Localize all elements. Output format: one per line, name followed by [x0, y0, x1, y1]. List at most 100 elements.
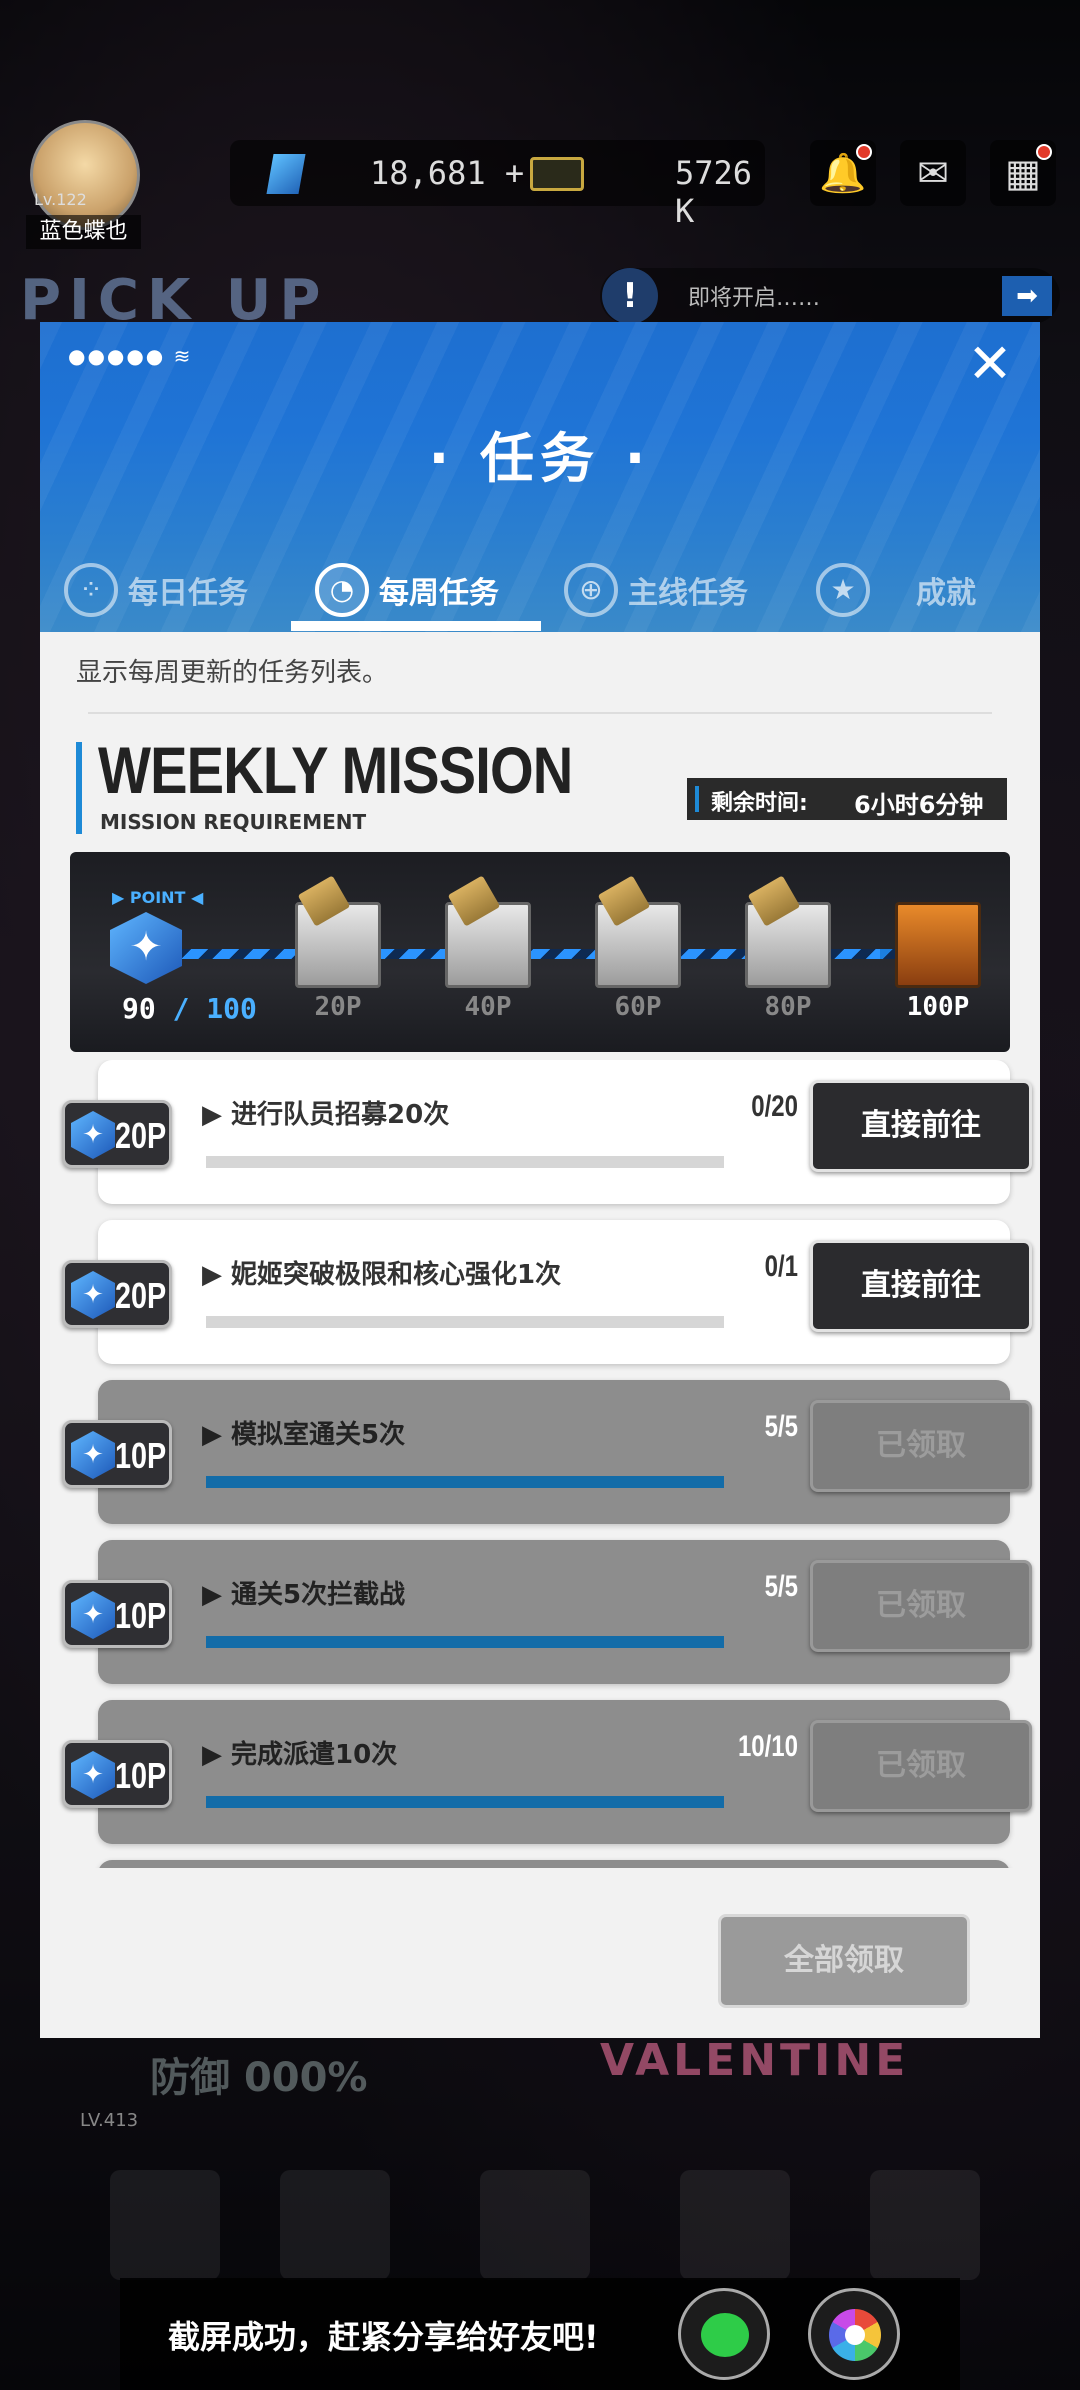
go-button[interactable]: 直接前往 [810, 1080, 1032, 1172]
list-item: ✦ 10P ▶ 通关5次拦截战 5/5 已领取 [62, 1540, 1032, 1684]
active-tab-indicator [291, 621, 541, 631]
remaining-time-value: 6小时6分钟 [854, 791, 984, 819]
daily-icon: ⁘ [64, 562, 118, 617]
add-gems-button[interactable]: + [505, 154, 524, 192]
list-item: ✦ 10P ▶ 完成派遣10次 10/10 已领取 [62, 1700, 1032, 1844]
points-badge: ✦ 10P [62, 1420, 172, 1488]
points-badge: ✦ 20P [62, 1100, 172, 1168]
point-hex-icon: ✦ [71, 1751, 115, 1799]
mission-name: ▶ 完成派遣10次 [202, 1740, 398, 1770]
nav-mission-icon[interactable] [870, 2170, 980, 2280]
reward-chest-20[interactable] [295, 875, 381, 988]
point-hex-icon: ✦ [71, 1431, 115, 1479]
dialog-header: ●●●●● ≋ ✕ · 任务 · ⁘ 每日任务 ◔ 每周任务 ⊕ 主线任务 ★ … [40, 322, 1040, 632]
star-icon: ✦ [129, 924, 163, 970]
chest-label: 100P [906, 992, 970, 1022]
wechat-icon [701, 2313, 749, 2357]
tab-label: 主线任务 [628, 575, 748, 611]
mission-progress [206, 1636, 724, 1648]
weekly-mission-subtitle: MISSION REQUIREMENT [100, 810, 367, 834]
player-level: Lv.122 [34, 190, 87, 209]
point-label: ▶ POINT ◀ [112, 888, 204, 907]
mission-count: 0/20 [751, 1090, 798, 1123]
mission-list[interactable]: ✦ 20P ▶ 进行队员招募20次 0/20 直接前往 ✦ 20P ▶ 妮姬突破极限… [40, 1060, 1040, 1868]
remaining-time-box: 剩余时间: 6小时6分钟 [687, 778, 1007, 820]
reward-chest-100[interactable] [895, 902, 981, 988]
points-badge: ✦ 10P [62, 1580, 172, 1648]
list-item: ✦ 20P ▶ 妮姬突破极限和核心强化1次 0/1 直接前往 [62, 1220, 1032, 1364]
globe-icon: ⊕ [564, 562, 618, 617]
arrow-right-icon[interactable]: ➡ [1002, 276, 1052, 316]
mission-tabs: ⁘ 每日任务 ◔ 每周任务 ⊕ 主线任务 ★ 成就 [40, 547, 1040, 632]
reward-chest-80[interactable] [745, 875, 831, 988]
mission-count: 5/5 [764, 1570, 798, 1603]
mission-progress-fill [206, 1476, 724, 1488]
star-icon: ★ [816, 562, 870, 617]
tab-description: 显示每周更新的任务列表。 [76, 658, 389, 688]
notification-dot [856, 144, 872, 160]
point-progress-strip: ✦ ▶ POINT ◀ 90 / 100 20P 40P 60P 80P 100… [70, 852, 1010, 1052]
point-hex-icon: ✦ [71, 1591, 115, 1639]
accent-bar [695, 786, 699, 812]
reward-chest-60[interactable] [595, 875, 681, 988]
claimed-button[interactable]: 已领取 [810, 1400, 1032, 1492]
tab-main[interactable]: ⊕ 主线任务 [564, 547, 748, 632]
claim-all-button[interactable]: 全部领取 [718, 1914, 970, 2008]
chest-label: 40P [464, 992, 512, 1022]
camera-share-button[interactable] [808, 2288, 900, 2380]
remaining-time-label: 剩余时间: [711, 791, 808, 816]
nav-nikke-icon[interactable] [280, 2170, 390, 2280]
close-button[interactable]: ✕ [966, 337, 1014, 391]
nav-squad-icon[interactable] [110, 2170, 220, 2280]
go-button[interactable]: 直接前往 [810, 1240, 1032, 1332]
nav-recruit-icon[interactable] [680, 2170, 790, 2280]
divider [88, 712, 992, 714]
notification-dot [1036, 144, 1052, 160]
wechat-share-button[interactable] [678, 2288, 770, 2380]
mail-icon[interactable]: ✉ [900, 140, 966, 206]
notice-bar[interactable]: ! 即将开启…… ➡ [600, 268, 1060, 324]
claimed-button[interactable]: 已领取 [810, 1560, 1032, 1652]
tab-achievement[interactable]: ★ 成就 [816, 547, 976, 632]
mission-progress [206, 1476, 724, 1488]
weekly-mission-title: WEEKLY MISSION [98, 733, 573, 807]
chest-label: 60P [614, 992, 662, 1022]
claimed-button[interactable]: 已领取 [810, 1720, 1032, 1812]
avatar[interactable] [30, 120, 140, 230]
mission-dialog: ●●●●● ≋ ✕ · 任务 · ⁘ 每日任务 ◔ 每周任务 ⊕ 主线任务 ★ … [40, 322, 1040, 2038]
mission-name: ▶ 妮姬突破极限和核心强化1次 [202, 1260, 562, 1290]
list-item: ✦ 10P ▶ 模拟室通关5次 5/5 已领取 [62, 1380, 1032, 1524]
tab-label: 每日任务 [128, 575, 248, 611]
mission-progress-fill [206, 1796, 724, 1808]
top-bar: Lv.122 蓝色蝶也 18,681 + 5726 K 🔔 ✉ ▦ [0, 120, 1080, 250]
grid-menu-icon[interactable]: ▦ [990, 140, 1056, 206]
valentine-banner[interactable]: VALENTINE [600, 2035, 1020, 2145]
point-value: 90 / 100 [122, 992, 257, 1025]
chest-label: 80P [764, 992, 812, 1022]
nav-lobby-icon[interactable] [480, 2170, 590, 2280]
mission-name: ▶ 通关5次拦截战 [202, 1580, 406, 1610]
mission-name: ▶ 进行队员招募20次 [202, 1100, 450, 1130]
mission-progress [206, 1796, 724, 1808]
mission-name: ▶ 模拟室通关5次 [202, 1420, 406, 1450]
tab-label: 每周任务 [379, 575, 499, 611]
point-badge: ✦ [108, 900, 188, 1000]
camera-icon [829, 2309, 881, 2361]
points-badge: ✦ 20P [62, 1260, 172, 1328]
gem-count: 18,681 + [370, 154, 525, 192]
tab-daily[interactable]: ⁘ 每日任务 [64, 547, 248, 632]
player-name: 蓝色蝶也 [26, 215, 141, 249]
bell-icon[interactable]: 🔔 [810, 140, 876, 206]
credit-icon [530, 157, 584, 191]
credit-count: 5726 K [675, 154, 753, 230]
mission-progress [206, 1156, 724, 1168]
reward-chest-40[interactable] [445, 875, 531, 988]
tab-weekly[interactable]: ◔ 每周任务 [315, 547, 499, 632]
mission-count: 0/1 [764, 1250, 798, 1283]
point-hex-icon: ✦ [71, 1111, 115, 1159]
point-hex-icon: ✦ [71, 1271, 115, 1319]
screenshot-share-bar: 截屏成功，赶紧分享给好友吧! [120, 2278, 960, 2390]
notice-text: 即将开启…… [688, 286, 821, 311]
gem-icon [266, 154, 306, 194]
mission-progress-fill [206, 1636, 724, 1648]
